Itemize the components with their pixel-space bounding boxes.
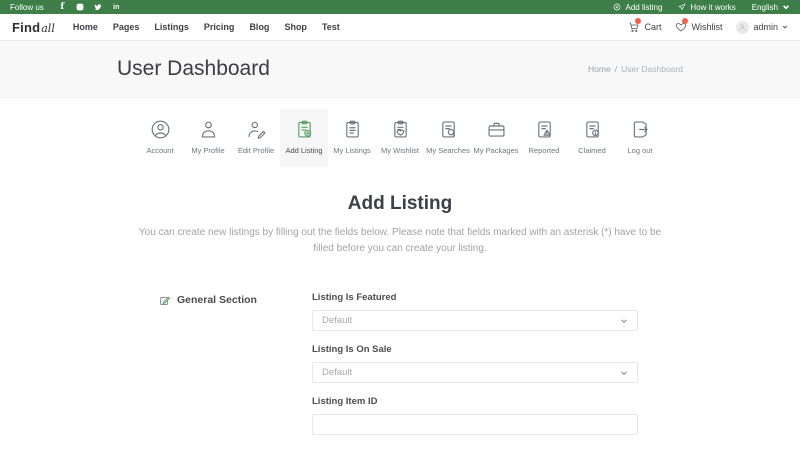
wishlist-button[interactable]: Wishlist — [675, 21, 722, 33]
field-label: Listing Is On Sale — [312, 344, 638, 355]
nav-item-pricing[interactable]: Pricing — [204, 22, 235, 32]
tab-my-profile[interactable]: My Profile — [184, 109, 232, 167]
add-listing-form: General Section Listing Is Featured Defa… — [117, 292, 683, 449]
nav-item-shop[interactable]: Shop — [284, 22, 307, 32]
cart-badge — [635, 18, 641, 24]
nav-item-listings[interactable]: Listings — [154, 22, 189, 32]
tab-my-wishlist[interactable]: My Wishlist — [376, 109, 424, 167]
page-header: User Dashboard Home / User Dashboard — [0, 41, 800, 98]
breadcrumb-separator: / — [615, 64, 617, 74]
field-listing-is-on-sale: Listing Is On Sale Default — [312, 344, 638, 383]
main-navbar: Find all Home Pages Listings Pricing Blo… — [0, 14, 800, 41]
paper-plane-icon — [678, 3, 686, 11]
follow-us-label: Follow us — [10, 3, 44, 12]
clipboard-heart-icon — [390, 119, 411, 140]
dashboard-tabs: Account My Profile Edit Profile Add List… — [136, 109, 664, 167]
form-group-title: General Section — [177, 294, 257, 306]
how-it-works-link[interactable]: How it works — [678, 3, 735, 12]
facebook-icon[interactable]: f — [58, 3, 67, 12]
tab-claimed[interactable]: Claimed — [568, 109, 616, 167]
social-links: f in — [58, 3, 121, 12]
document-warning-icon — [534, 119, 555, 140]
field-label: Listing Item ID — [312, 396, 638, 407]
tab-log-out[interactable]: Log out — [616, 109, 664, 167]
breadcrumb: Home / User Dashboard — [588, 64, 683, 74]
nav-item-home[interactable]: Home — [73, 22, 98, 32]
tab-my-searches[interactable]: My Searches — [424, 109, 472, 167]
clipboard-icon — [342, 119, 363, 140]
tab-add-listing[interactable]: Add Listing — [280, 109, 328, 167]
clipboard-plus-icon — [294, 119, 315, 140]
tab-reported[interactable]: Reported — [520, 109, 568, 167]
tab-edit-profile[interactable]: Edit Profile — [232, 109, 280, 167]
briefcase-icon — [486, 119, 507, 140]
person-pencil-icon — [246, 119, 267, 140]
chevron-down-icon — [620, 317, 628, 325]
nav-item-pages[interactable]: Pages — [113, 22, 140, 32]
main-menu: Home Pages Listings Pricing Blog Shop Te… — [73, 22, 340, 32]
person-icon — [198, 119, 219, 140]
add-listing-link[interactable]: Add listing — [613, 3, 662, 12]
avatar — [736, 21, 749, 34]
breadcrumb-current: User Dashboard — [621, 64, 683, 74]
tab-my-packages[interactable]: My Packages — [472, 109, 520, 167]
wishlist-badge — [682, 18, 688, 24]
document-info-icon — [582, 119, 603, 140]
tab-account[interactable]: Account — [136, 109, 184, 167]
user-menu[interactable]: admin — [736, 21, 788, 34]
chevron-down-icon — [782, 24, 788, 30]
nav-item-test[interactable]: Test — [322, 22, 340, 32]
section-title: Add Listing — [0, 193, 800, 215]
linkedin-icon[interactable]: in — [112, 3, 121, 12]
topbar: Follow us f in Add listing How it works … — [0, 0, 800, 14]
field-listing-item-id: Listing Item ID — [312, 396, 638, 435]
nav-item-blog[interactable]: Blog — [249, 22, 269, 32]
document-search-icon — [438, 119, 459, 140]
account-icon — [150, 119, 171, 140]
breadcrumb-home[interactable]: Home — [588, 64, 611, 74]
chevron-down-icon — [782, 3, 790, 11]
edit-icon — [159, 294, 171, 306]
twitter-icon[interactable] — [94, 3, 103, 12]
plus-circle-icon — [613, 3, 621, 11]
field-label: Listing Is Featured — [312, 292, 638, 303]
listing-item-id-input[interactable] — [312, 414, 638, 435]
listing-is-on-sale-select[interactable]: Default — [312, 362, 638, 383]
listing-is-featured-select[interactable]: Default — [312, 310, 638, 331]
log-out-icon — [630, 119, 651, 140]
logo[interactable]: Find all — [12, 20, 55, 35]
section-description: You can create new listings by filling o… — [135, 225, 665, 256]
tab-my-listings[interactable]: My Listings — [328, 109, 376, 167]
language-select[interactable]: English — [752, 3, 790, 12]
cart-button[interactable]: Cart — [628, 21, 661, 33]
field-listing-is-featured: Listing Is Featured Default — [312, 292, 638, 331]
chevron-down-icon — [620, 369, 628, 377]
page-title: User Dashboard — [117, 57, 270, 81]
instagram-icon[interactable] — [76, 3, 85, 12]
